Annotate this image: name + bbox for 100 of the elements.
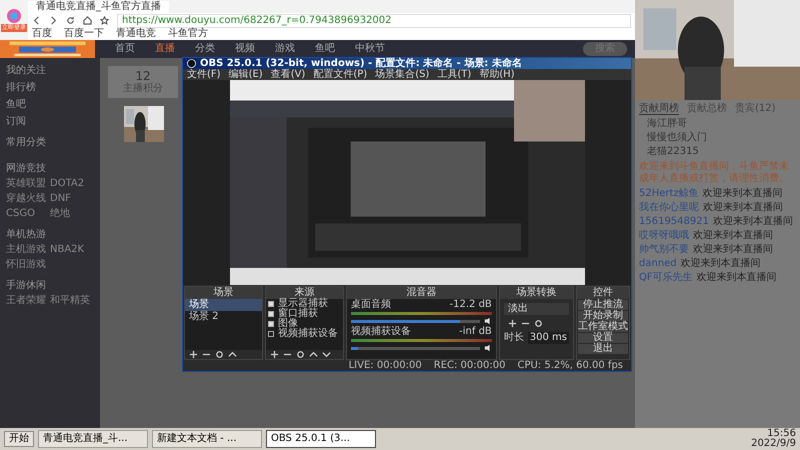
- control-button[interactable]: 工作室模式: [578, 322, 628, 332]
- sidebar-link[interactable]: 订阅: [6, 117, 94, 127]
- transition-select[interactable]: 淡出: [504, 303, 569, 316]
- channel-name: 视频捕获设备: [351, 327, 412, 338]
- taskbar-window[interactable]: 新建文本文档 - ...: [152, 430, 262, 448]
- window-title: OBS 25.0.1 (32-bit, windows) - 配置文件: 未命名 - 场景: 未命名: [200, 58, 522, 69]
- sidebar-link[interactable]: 排行榜: [6, 83, 94, 93]
- category-link[interactable]: NBA2K: [50, 245, 94, 255]
- source-item[interactable]: 窗口捕获: [278, 309, 318, 320]
- status-text: REC: 00:00:00: [434, 360, 506, 371]
- chat-message: 欢迎来到本直播间: [703, 203, 783, 213]
- chat-message: 欢迎来到本直播间: [693, 231, 773, 241]
- plus-icon[interactable]: [508, 319, 517, 328]
- section-title: 网游竞技: [6, 164, 47, 174]
- category-link[interactable]: DNF: [50, 194, 94, 204]
- channel-name: 桌面音频: [351, 300, 392, 310]
- taskbar-window[interactable]: 青通电竞直播_斗...: [38, 430, 148, 448]
- status-text: CPU: 5.2%, 60.00 fps: [517, 360, 623, 371]
- menu-item[interactable]: 工具(T): [437, 70, 472, 80]
- nav-link[interactable]: 中秋节: [355, 44, 385, 54]
- volume-slider[interactable]: [351, 320, 480, 323]
- volume-slider[interactable]: [351, 346, 480, 350]
- menu-item[interactable]: 查看(V): [270, 70, 306, 80]
- bookmark-link[interactable]: 百度: [32, 29, 52, 39]
- star-icon[interactable]: [100, 16, 109, 25]
- plus-icon[interactable]: [270, 350, 280, 359]
- rank-name: 海江胖哥: [646, 119, 688, 129]
- plus-icon[interactable]: [189, 350, 198, 359]
- nav-link[interactable]: 鱼吧: [315, 44, 335, 54]
- duration-label: 时长: [504, 333, 524, 344]
- obs-logo-icon: [187, 59, 196, 68]
- stat-value: 12: [135, 70, 151, 82]
- section-title: 手游休闲: [6, 281, 47, 291]
- menu-item[interactable]: 文件(F): [187, 70, 221, 80]
- status-text: LIVE: 00:00:00: [348, 360, 422, 371]
- channel-reading: -inf dB: [459, 327, 492, 338]
- category-link[interactable]: 穿越火线: [6, 194, 50, 204]
- menu-item[interactable]: 编辑(E): [228, 70, 263, 80]
- chat-message: 欢迎来到本直播间: [693, 245, 773, 255]
- sidebar-link[interactable]: 鱼吧: [6, 100, 94, 110]
- nav-link[interactable]: 分类: [195, 44, 215, 54]
- chat-message: 欢迎来到本直播间: [713, 217, 793, 227]
- chat-message: 欢迎来到本直播间: [680, 259, 761, 269]
- up-icon[interactable]: [228, 350, 237, 359]
- source-checkbox[interactable]: [268, 311, 274, 318]
- address-bar[interactable]: https://www.douyu.com/682267_r=0.7943896932002: [117, 14, 631, 28]
- notice-text: 欢迎来到斗鱼直播间，斗鱼严禁未成年人直播或打赏，请理性消费。: [639, 161, 790, 185]
- channel-reading: -12.2 dB: [450, 300, 492, 310]
- nav-link[interactable]: 视频: [235, 44, 255, 54]
- down-icon[interactable]: [322, 350, 332, 359]
- refresh-icon[interactable]: [66, 16, 75, 25]
- source-checkbox[interactable]: [268, 301, 274, 308]
- dock-title: 混音器: [347, 287, 496, 300]
- control-button[interactable]: 停止推流: [578, 300, 628, 310]
- browser-tab[interactable]: 青通电竞直播_斗鱼官方直播: [28, 1, 169, 13]
- dock-title: 场景转换: [500, 287, 573, 300]
- chat-message: 欢迎来到本直播间: [702, 189, 783, 199]
- control-button[interactable]: 设置: [578, 333, 628, 344]
- control-button[interactable]: 开始录制: [578, 311, 628, 322]
- source-item[interactable]: 视频捕获设备: [278, 329, 338, 340]
- bookmark-link[interactable]: 百度一下: [64, 29, 104, 39]
- control-button[interactable]: 退出: [578, 344, 628, 354]
- scene-item[interactable]: 场景 2: [185, 311, 262, 324]
- section-title: 单机热游: [6, 230, 47, 240]
- bookmark-link[interactable]: 斗鱼官方: [168, 29, 208, 39]
- nav-link[interactable]: 直播: [155, 44, 175, 54]
- category-link[interactable]: 怀旧游戏: [6, 260, 50, 270]
- sidebar-link[interactable]: 我的关注: [6, 66, 94, 76]
- menu-item[interactable]: 帮助(H): [479, 70, 515, 80]
- category-link[interactable]: 和平精英: [50, 296, 94, 306]
- start-button[interactable]: 开始: [4, 431, 34, 447]
- category-link[interactable]: 主机游戏: [6, 245, 50, 255]
- taskbar-window[interactable]: OBS 25.0.1 (3...: [266, 430, 376, 448]
- back-icon[interactable]: [32, 16, 41, 25]
- clock-date: 2022/9/9: [751, 439, 796, 449]
- home-icon[interactable]: [83, 16, 92, 25]
- category-link[interactable]: CSGO: [6, 209, 50, 219]
- chat-message: 欢迎来到本直播间: [696, 273, 777, 283]
- bookmark-link[interactable]: 青通电竞: [116, 29, 156, 39]
- nav-link[interactable]: 游戏: [275, 44, 295, 54]
- duration-field[interactable]: 300 ms: [528, 332, 569, 344]
- rank-name: 慢慢也须入门: [646, 133, 708, 143]
- forward-icon[interactable]: [49, 16, 58, 25]
- category-link[interactable]: 王者荣耀: [6, 296, 50, 306]
- dock-title: 控件: [577, 287, 629, 300]
- browser-logo-icon: [6, 8, 22, 24]
- source-checkbox[interactable]: [268, 321, 274, 328]
- clock-time: 15:56: [767, 429, 796, 439]
- category-link[interactable]: 绝地: [50, 209, 94, 219]
- scene-item[interactable]: 场景: [185, 299, 262, 312]
- category-link[interactable]: DOTA2: [50, 179, 94, 189]
- menu-item[interactable]: 配置文件(P): [313, 70, 368, 80]
- category-link[interactable]: 英雄联盟: [6, 179, 50, 189]
- section-title: 常用分类: [6, 138, 47, 148]
- nav-link[interactable]: 首页: [115, 44, 135, 54]
- rank-name: 老猫22315: [646, 147, 700, 157]
- source-checkbox[interactable]: [268, 331, 274, 338]
- dock-title: 场景: [185, 287, 262, 300]
- menu-item[interactable]: 场景集合(S): [375, 70, 430, 80]
- up-icon[interactable]: [309, 350, 318, 359]
